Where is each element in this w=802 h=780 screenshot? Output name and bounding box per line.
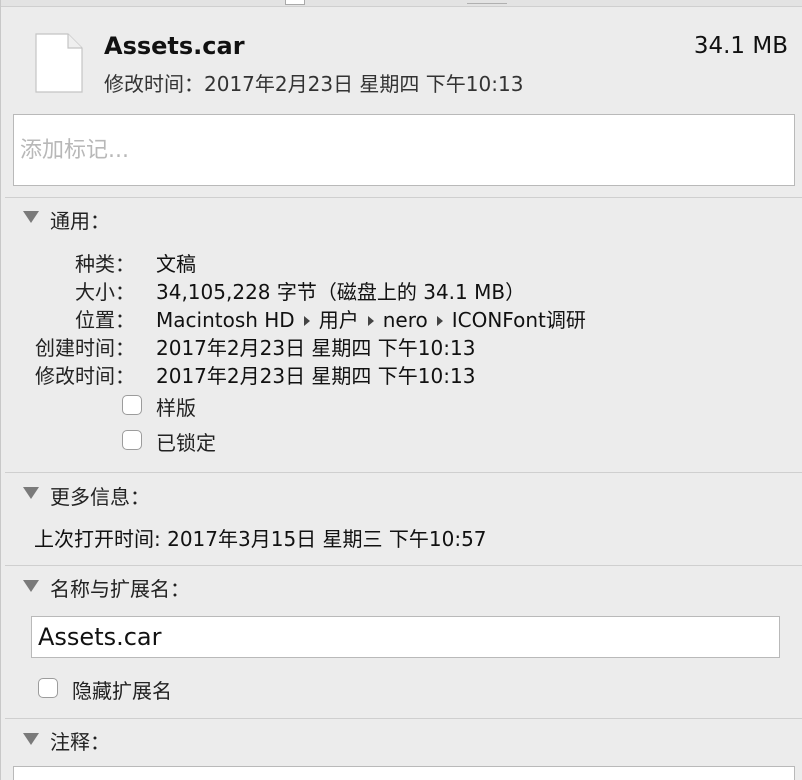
document-icon bbox=[35, 33, 83, 93]
path-arrow-icon bbox=[436, 315, 443, 326]
kind-value: 文稿 bbox=[156, 252, 196, 276]
size-value: 34,105,228 字节（磁盘上的 34.1 MB） bbox=[156, 280, 526, 304]
section-title-more-info[interactable]: 更多信息： bbox=[50, 481, 150, 510]
get-info-window: Assets.car 34.1 MB 修改时间：2017年2月23日 星期四 下… bbox=[0, 0, 802, 780]
general-disclosure-triangle-icon[interactable] bbox=[23, 211, 39, 223]
divider bbox=[5, 472, 802, 473]
path-item-users[interactable]: 用户 bbox=[319, 308, 359, 332]
divider bbox=[5, 718, 802, 719]
path-item-volume[interactable]: Macintosh HD bbox=[156, 308, 295, 332]
section-title-name-extension[interactable]: 名称与扩展名： bbox=[50, 573, 190, 602]
hide-extension-checkbox[interactable] bbox=[38, 678, 58, 698]
name-extension-disclosure-triangle-icon[interactable] bbox=[23, 580, 39, 592]
size-label: 大小： bbox=[75, 280, 135, 304]
locked-label[interactable]: 已锁定 bbox=[156, 427, 216, 456]
stationery-checkbox[interactable] bbox=[122, 395, 142, 415]
path-arrow-icon bbox=[303, 315, 310, 326]
file-size: 34.1 MB bbox=[693, 33, 788, 59]
kind-label: 种类： bbox=[75, 252, 135, 276]
path-item-user[interactable]: nero bbox=[383, 308, 428, 332]
divider bbox=[5, 565, 802, 566]
title-bar bbox=[1, 0, 802, 7]
title-document-icon bbox=[285, 0, 305, 5]
section-title-comments[interactable]: 注释： bbox=[50, 726, 110, 755]
tags-input[interactable] bbox=[13, 114, 795, 186]
path-item-folder[interactable]: ICONFont调研 bbox=[452, 308, 586, 332]
where-label: 位置： bbox=[75, 308, 135, 332]
title-text-remnant bbox=[467, 0, 507, 4]
path-arrow-icon bbox=[367, 315, 374, 326]
last-opened-text: 上次打开时间: 2017年3月15日 星期三 下午10:57 bbox=[34, 527, 487, 551]
created-label: 创建时间： bbox=[35, 336, 135, 360]
modified-value: 2017年2月23日 星期四 下午10:13 bbox=[156, 364, 476, 388]
locked-checkbox[interactable] bbox=[122, 430, 142, 450]
comments-disclosure-triangle-icon[interactable] bbox=[23, 733, 39, 745]
comments-textarea[interactable] bbox=[13, 766, 795, 780]
hide-extension-label[interactable]: 隐藏扩展名 bbox=[72, 675, 172, 704]
more-info-disclosure-triangle-icon[interactable] bbox=[23, 487, 39, 499]
stationery-label[interactable]: 样版 bbox=[156, 392, 196, 421]
divider bbox=[5, 197, 802, 198]
file-name: Assets.car bbox=[104, 32, 245, 60]
created-value: 2017年2月23日 星期四 下午10:13 bbox=[156, 336, 476, 360]
name-input[interactable] bbox=[31, 616, 780, 658]
header-modified-date: 修改时间：2017年2月23日 星期四 下午10:13 bbox=[104, 72, 524, 96]
modified-label: 修改时间： bbox=[35, 364, 135, 388]
where-path: Macintosh HD 用户 nero ICONFont调研 bbox=[156, 304, 586, 333]
section-title-general[interactable]: 通用： bbox=[50, 205, 110, 234]
